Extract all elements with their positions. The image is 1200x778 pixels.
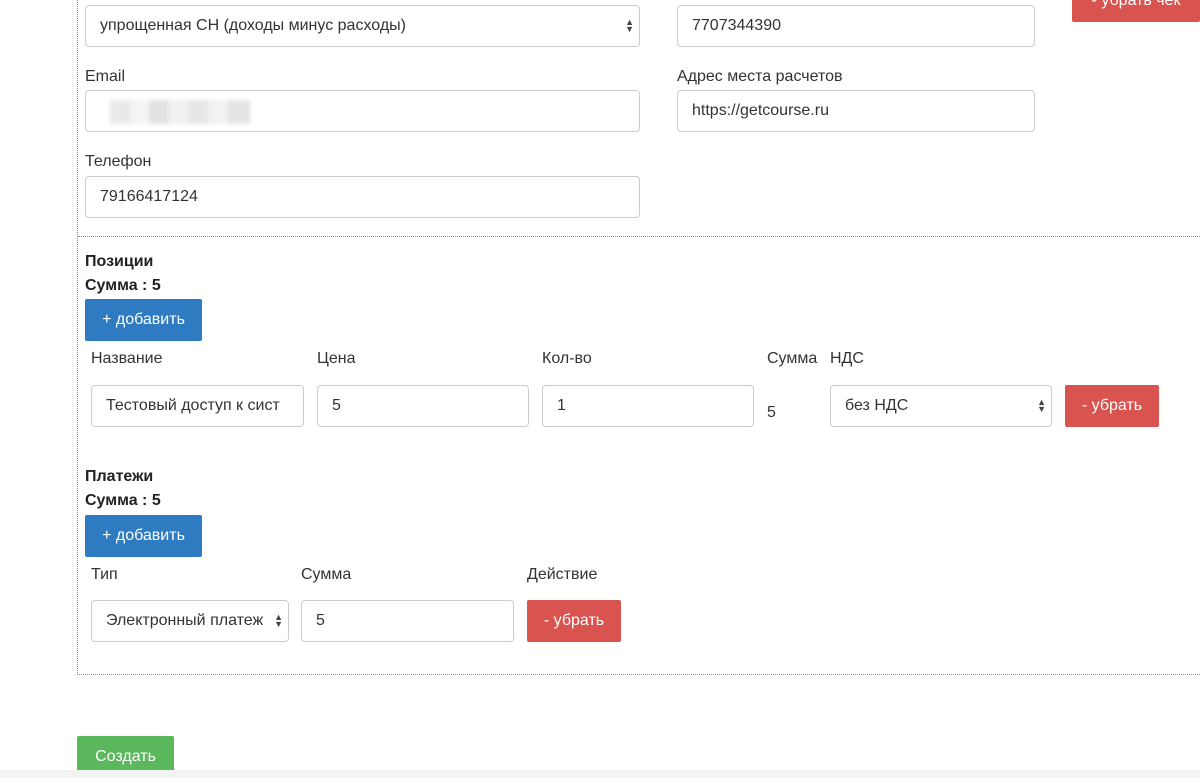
col-amount-header: Сумма — [301, 566, 352, 583]
position-price-input[interactable]: 5 — [317, 385, 529, 427]
add-position-button[interactable]: + добавить — [85, 299, 202, 341]
phone-input[interactable]: 79166417124 — [85, 176, 640, 218]
col-vat-header: НДС — [830, 350, 864, 367]
positions-sum: Сумма : 5 — [85, 277, 161, 294]
position-qty-input[interactable]: 1 — [542, 385, 754, 427]
remove-position-button[interactable]: - убрать — [1065, 385, 1159, 427]
select-arrows-icon: ▲ ▼ — [1037, 397, 1046, 414]
address-input[interactable]: https://getcourse.ru — [677, 90, 1035, 132]
add-payment-button[interactable]: + добавить — [85, 515, 202, 557]
payment-amount-input[interactable]: 5 — [301, 600, 514, 642]
inn-input[interactable]: 7707344390 — [677, 5, 1035, 47]
section-divider — [78, 236, 1200, 237]
redacted-email-blur — [110, 100, 250, 124]
email-label: Email — [85, 68, 126, 85]
col-action-header: Действие — [527, 566, 598, 583]
col-qty-header: Кол-во — [542, 350, 592, 367]
address-value: https://getcourse.ru — [692, 102, 829, 119]
col-name-header: Название — [91, 350, 163, 367]
col-price-header: Цена — [317, 350, 356, 367]
address-label: Адрес места расчетов — [677, 68, 843, 85]
positions-title: Позиции — [85, 253, 154, 270]
phone-label: Телефон — [85, 153, 152, 170]
payments-sum: Сумма : 5 — [85, 492, 161, 509]
tax-system-value: упрощенная СН (доходы минус расходы) — [100, 17, 406, 34]
col-sum-header: Сумма — [767, 350, 818, 367]
page-bottom-strip — [0, 770, 1200, 778]
position-sum-value: 5 — [767, 404, 776, 421]
remove-receipt-button[interactable]: - убрать чек — [1072, 0, 1200, 22]
payment-type-select[interactable]: Электронный платеж ▲ ▼ — [91, 600, 289, 642]
col-type-header: Тип — [91, 566, 118, 583]
position-vat-select[interactable]: без НДС ▲ ▼ — [830, 385, 1052, 427]
select-arrows-icon: ▲ ▼ — [625, 17, 634, 34]
position-name-input[interactable]: Тестовый доступ к сист — [91, 385, 304, 427]
phone-value: 79166417124 — [100, 188, 198, 205]
tax-system-select[interactable]: упрощенная СН (доходы минус расходы) ▲ ▼ — [85, 5, 640, 47]
select-arrows-icon: ▲ ▼ — [274, 612, 283, 629]
payments-title: Платежи — [85, 468, 154, 485]
inn-value: 7707344390 — [692, 17, 781, 34]
remove-payment-button[interactable]: - убрать — [527, 600, 621, 642]
